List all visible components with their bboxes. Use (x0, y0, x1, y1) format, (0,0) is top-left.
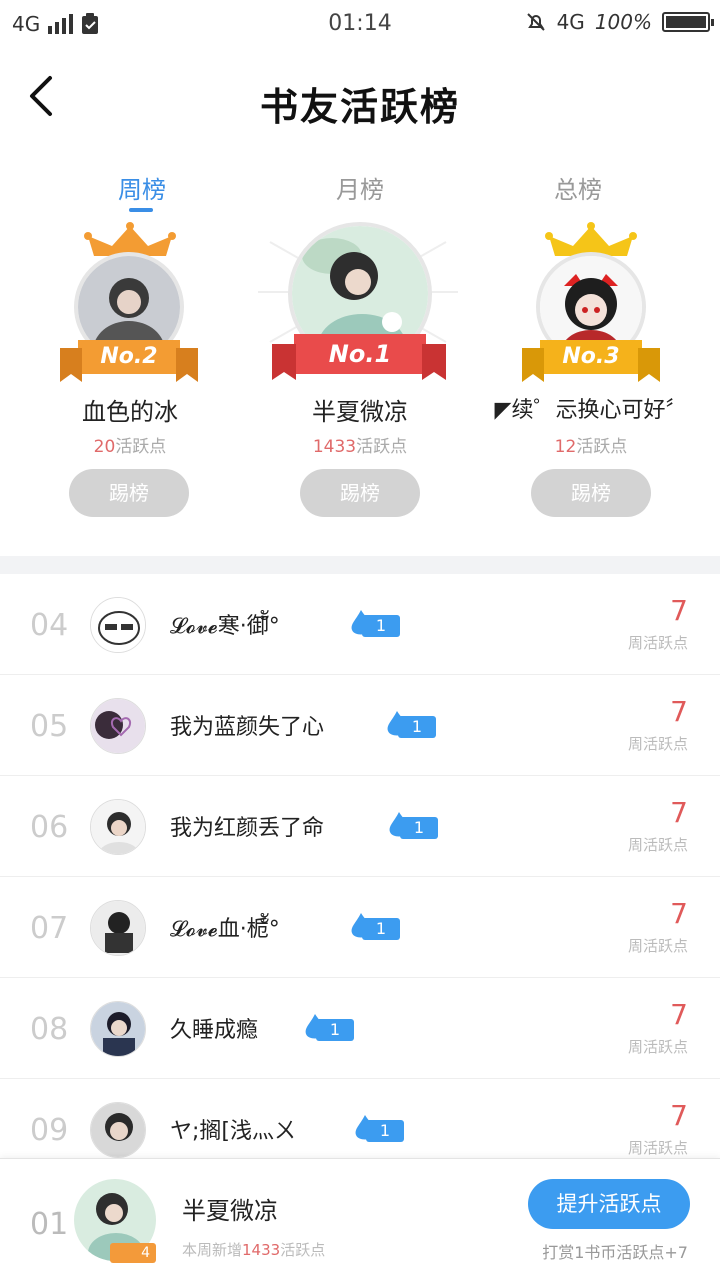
level-badge: 1 (352, 1115, 404, 1143)
rank-ribbon-3: No.3 (540, 340, 642, 374)
kick-button[interactable]: 踢榜 (300, 469, 420, 517)
tab-total[interactable]: 总榜 (518, 170, 638, 205)
rank-number: 04 (30, 608, 69, 643)
list-item[interactable]: 08 久睡成瘾 1 7 周活跃点 (0, 978, 720, 1079)
page-title: 书友活跃榜 (259, 85, 460, 129)
mute-bell-icon (526, 13, 545, 31)
score-unit: 周活跃点 (627, 634, 688, 652)
battery-icon (662, 12, 714, 32)
podium-score: 20活跃点 (93, 437, 167, 457)
avatar (90, 698, 146, 754)
score: 7 (670, 796, 688, 829)
user-name: 我为蓝颜失了心 (170, 715, 325, 740)
level-badge: 1 (384, 711, 436, 739)
score-unit: 周活跃点 (627, 937, 688, 955)
user-name: 𝓛𝓸𝓿𝓮血·栀ัั° (170, 917, 280, 942)
tab-monthly[interactable]: 月榜 (300, 170, 420, 205)
score-unit: 周活跃点 (627, 1139, 688, 1157)
list-item[interactable]: 04 𝓛𝓸𝓿𝓮寒·御ัั° 1 7 周活跃点 (0, 574, 720, 675)
tab-weekly[interactable]: 周榜 (82, 170, 202, 205)
rank-number: 05 (30, 709, 69, 744)
score-unit: 周活跃点 (627, 836, 688, 854)
rank-number: 08 (30, 1012, 69, 1047)
ribbon-tail (522, 348, 544, 382)
podium-name: 血色的冰 (82, 398, 178, 426)
podium-score: 12活跃点 (554, 437, 628, 457)
reward-note: 打赏1书币活跃点+7 (542, 1243, 688, 1262)
rank-number: 09 (30, 1113, 69, 1148)
score: 7 (670, 998, 688, 1031)
status-bar: 4G 01:14 4G 100% (0, 0, 720, 48)
score: 7 (670, 897, 688, 930)
avatar (90, 799, 146, 855)
list-item[interactable]: 05 我为蓝颜失了心 1 7 周活跃点 (0, 675, 720, 776)
user-name: ヤ;搁[浅灬ㄨ (170, 1119, 296, 1144)
podium-score: 1433活跃点 (312, 437, 408, 457)
podium-name: ◤续゜忈换心可好〞 (494, 398, 688, 423)
ribbon-tail (176, 348, 198, 382)
level-badge: 1 (348, 913, 400, 941)
network-label-right: 4G (556, 10, 585, 34)
level-badge: 1 (386, 812, 438, 840)
ribbon-tail (60, 348, 82, 382)
user-name: 𝓛𝓸𝓿𝓮寒·御ัั° (170, 614, 280, 639)
podium-name: 半夏微凉 (312, 398, 408, 426)
rank-ribbon-2: No.2 (78, 340, 180, 374)
battery-percent: 100% (594, 10, 652, 34)
level-badge: 1 (348, 610, 400, 638)
list-item[interactable]: 06 我为红颜丢了命 1 7 周活跃点 (0, 776, 720, 877)
score: 7 (670, 594, 688, 627)
my-name: 半夏微凉 (182, 1197, 278, 1225)
section-divider (0, 556, 720, 574)
rank-ribbon-1: No.1 (294, 334, 426, 374)
avatar (90, 1001, 146, 1057)
level-badge: 1 (302, 1014, 354, 1042)
ribbon-tail (638, 348, 660, 382)
avatar (90, 900, 146, 956)
list-item[interactable]: 07 𝓛𝓸𝓿𝓮血·栀ัั° 1 7 周活跃点 (0, 877, 720, 978)
rank-number: 06 (30, 810, 69, 845)
kick-button[interactable]: 踢榜 (69, 469, 189, 517)
avatar (90, 1102, 146, 1158)
tab-indicator (129, 208, 153, 212)
level-badge: 4 (110, 1243, 156, 1263)
score: 7 (670, 1099, 688, 1132)
score-unit: 周活跃点 (627, 735, 688, 753)
my-week-points: 本周新增1433活跃点 (182, 1241, 326, 1259)
avatar (90, 597, 146, 653)
rank-number: 07 (30, 911, 69, 946)
score: 7 (670, 695, 688, 728)
kick-button[interactable]: 踢榜 (531, 469, 651, 517)
boost-activity-button[interactable]: 提升活跃点 (528, 1179, 690, 1229)
ribbon-tail (272, 344, 296, 380)
my-rank-bar: 01 4 半夏微凉 本周新增1433活跃点 提升活跃点 打赏1书币活跃点+7 (0, 1158, 720, 1281)
ribbon-tail (422, 344, 446, 380)
score-unit: 周活跃点 (627, 1038, 688, 1056)
user-name: 久睡成瘾 (170, 1018, 259, 1043)
my-rank-number: 01 (30, 1207, 69, 1242)
user-name: 我为红颜丢了命 (170, 816, 325, 841)
